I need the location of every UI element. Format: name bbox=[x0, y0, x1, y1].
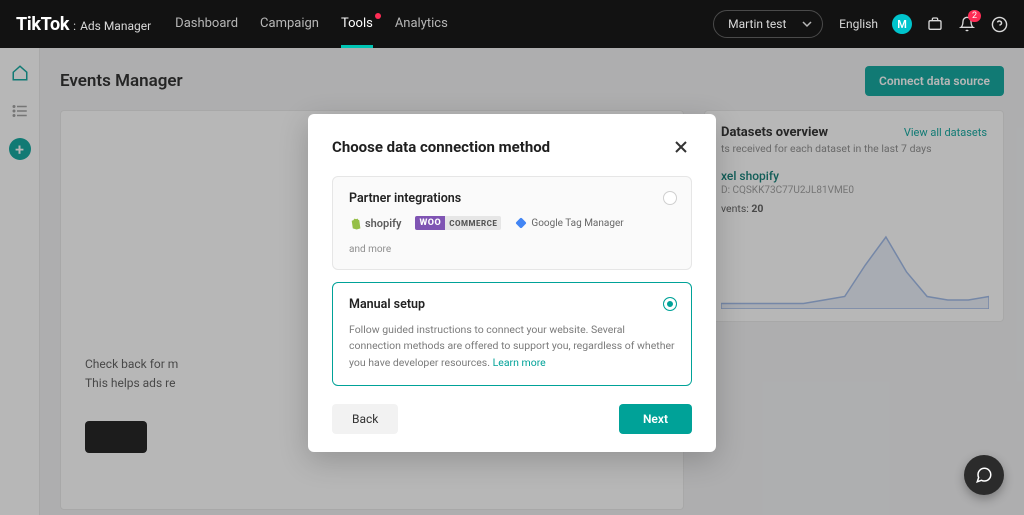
chat-fab[interactable] bbox=[964, 455, 1004, 495]
option-partner-integrations[interactable]: Partner integrations shopify WOO COMMERC… bbox=[332, 176, 692, 270]
shopify-icon bbox=[349, 217, 362, 230]
chat-icon bbox=[975, 466, 993, 484]
nav-tools-dot-icon bbox=[375, 13, 381, 19]
modal-close-button[interactable] bbox=[670, 136, 692, 158]
option-manual-setup[interactable]: Manual setup Follow guided instructions … bbox=[332, 282, 692, 386]
radio-icon bbox=[663, 191, 677, 205]
notification-badge: 2 bbox=[968, 10, 981, 22]
radio-icon bbox=[663, 297, 677, 311]
nav-campaign[interactable]: Campaign bbox=[260, 16, 319, 33]
bell-icon[interactable]: 2 bbox=[958, 15, 976, 33]
help-icon[interactable] bbox=[990, 15, 1008, 33]
nav-tools-label: Tools bbox=[341, 16, 373, 31]
nav-analytics[interactable]: Analytics bbox=[395, 16, 448, 33]
top-nav: Dashboard Campaign Tools Analytics bbox=[175, 16, 448, 33]
back-button[interactable]: Back bbox=[332, 404, 398, 434]
language-switcher[interactable]: English bbox=[839, 17, 878, 31]
connection-method-modal: Choose data connection method Partner in… bbox=[308, 114, 716, 452]
option-manual-description: Follow guided instructions to connect yo… bbox=[349, 322, 675, 371]
close-icon bbox=[674, 140, 688, 154]
nav-dashboard[interactable]: Dashboard bbox=[175, 16, 238, 33]
google-tag-manager-logo: Google Tag Manager bbox=[515, 217, 623, 229]
modal-title: Choose data connection method bbox=[332, 138, 550, 156]
learn-more-link[interactable]: Learn more bbox=[493, 356, 546, 369]
and-more-label: and more bbox=[349, 244, 391, 255]
woocommerce-logo: WOO COMMERCE bbox=[415, 216, 501, 230]
option-manual-title: Manual setup bbox=[349, 297, 675, 312]
brand: TikTok : Ads Manager bbox=[16, 14, 151, 35]
brand-name: TikTok bbox=[16, 14, 69, 35]
top-icons: M 2 bbox=[892, 14, 1008, 34]
account-switcher[interactable]: Martin test bbox=[713, 10, 823, 38]
partner-logos: shopify WOO COMMERCE Google Tag Manager … bbox=[349, 216, 675, 255]
briefcase-icon[interactable] bbox=[926, 15, 944, 33]
topbar: TikTok : Ads Manager Dashboard Campaign … bbox=[0, 0, 1024, 48]
nav-tools[interactable]: Tools bbox=[341, 16, 373, 33]
avatar[interactable]: M bbox=[892, 14, 912, 34]
brand-suffix: Ads Manager bbox=[80, 19, 151, 33]
next-button[interactable]: Next bbox=[619, 404, 692, 434]
chevron-down-icon bbox=[802, 19, 812, 29]
brand-separator: : bbox=[73, 19, 76, 33]
option-partner-title: Partner integrations bbox=[349, 191, 675, 206]
gtm-icon bbox=[515, 217, 527, 229]
account-name: Martin test bbox=[728, 17, 786, 31]
shopify-logo: shopify bbox=[349, 217, 401, 230]
